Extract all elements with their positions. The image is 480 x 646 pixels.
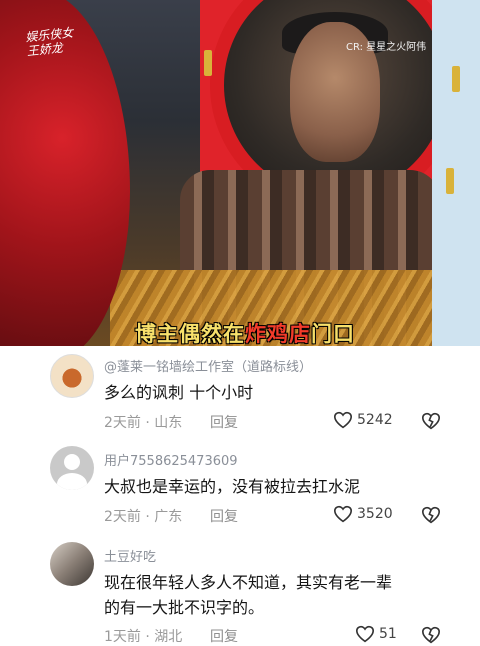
comment-username[interactable]: 土豆好吃 xyxy=(104,546,156,565)
meta-separator: · xyxy=(145,629,150,645)
like-count: 3520 xyxy=(357,506,393,522)
reply-button[interactable]: 回复 xyxy=(210,626,238,646)
meta-separator: · xyxy=(145,509,150,525)
comment-text-line-1: 现在很年轻人多人不知道，其实有老一辈 xyxy=(104,573,393,592)
watermark-left: 娱乐侠女 王娇龙 xyxy=(24,25,74,59)
caption-part-3: 门口 xyxy=(311,322,355,346)
comment-location: 广东 xyxy=(154,509,183,525)
comment-time: 2天前 xyxy=(104,415,141,431)
hinge-icon xyxy=(446,168,454,194)
dislike-icon[interactable] xyxy=(421,626,441,644)
heart-icon xyxy=(333,505,353,523)
window-frame xyxy=(432,0,480,346)
avatar[interactable] xyxy=(50,542,94,586)
comment-location: 湖北 xyxy=(154,629,183,645)
video-frame[interactable]: 娱乐侠女 王娇龙 CR: 星星之火阿伟 博主偶然在炸鸡店门口 xyxy=(0,0,480,346)
comment-meta: 2天前 · 广东 xyxy=(104,506,182,526)
avatar[interactable] xyxy=(50,354,94,398)
dislike-icon[interactable] xyxy=(421,412,441,430)
hinge-icon xyxy=(204,50,212,76)
comment-meta: 2天前 · 山东 xyxy=(104,412,182,432)
comment-list: @蓬莱一铭墙绘工作室（道路标线） 多么的讽刺 十个小时 2天前 · 山东 回复 … xyxy=(0,346,480,645)
hinge-icon xyxy=(452,66,460,92)
caption-part-1: 博主偶然在 xyxy=(135,322,245,346)
like-count: 5242 xyxy=(357,412,393,428)
reply-button[interactable]: 回复 xyxy=(210,506,238,526)
like-button[interactable]: 5242 xyxy=(333,411,393,429)
comment-text: 多么的讽刺 十个小时 xyxy=(104,383,254,402)
dislike-icon[interactable] xyxy=(421,506,441,524)
comment-meta: 1天前 · 湖北 xyxy=(104,626,182,646)
video-caption: 博主偶然在炸鸡店门口 xyxy=(135,318,355,346)
heart-icon xyxy=(333,411,353,429)
comment-username[interactable]: @蓬莱一铭墙绘工作室（道路标线） xyxy=(104,356,312,375)
comment-time: 1天前 xyxy=(104,629,141,645)
comment-text: 大叔也是幸运的，没有被拉去扛水泥 xyxy=(104,477,361,496)
caption-part-2: 炸鸡店 xyxy=(245,322,311,346)
avatar[interactable] xyxy=(50,446,94,490)
comment-time: 2天前 xyxy=(104,509,141,525)
comment-text-line-2: 的有一大批不识字的。 xyxy=(104,598,265,617)
heart-icon xyxy=(355,625,375,643)
watermark-right: CR: 星星之火阿伟 xyxy=(346,42,427,53)
meta-separator: · xyxy=(145,415,150,431)
comment-location: 山东 xyxy=(154,415,183,431)
comment-username[interactable]: 用户7558625473609 xyxy=(104,450,238,469)
like-button[interactable]: 3520 xyxy=(333,505,393,523)
reply-button[interactable]: 回复 xyxy=(210,412,238,432)
like-button[interactable]: 51 xyxy=(355,625,397,643)
